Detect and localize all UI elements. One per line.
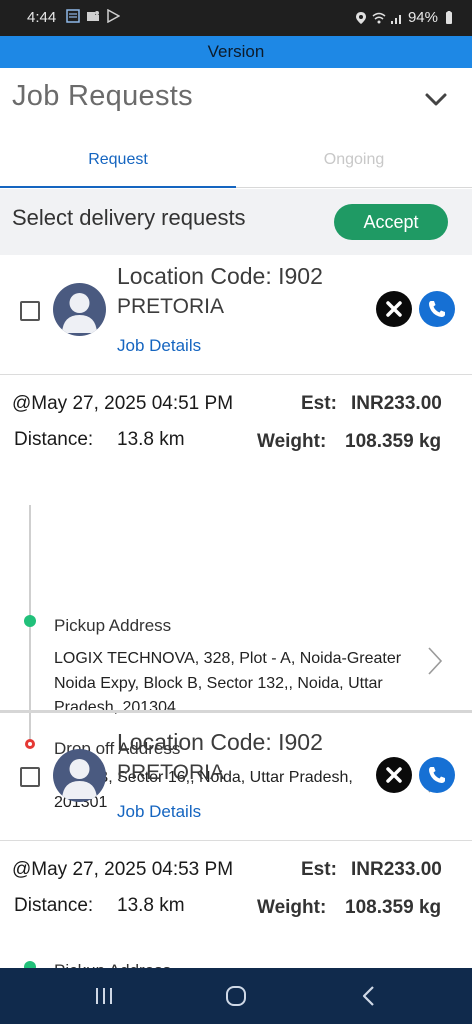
avatar	[53, 749, 106, 802]
distance-value: 13.8 km	[117, 429, 185, 450]
location-name: PRETORIA	[117, 761, 224, 784]
job-card-body: @May 27, 2025 04:51 PM Est: INR233.00 Di…	[0, 375, 472, 811]
phone-icon	[429, 767, 445, 783]
app-screen: 4:44 94% Version Job Requests Request On…	[0, 0, 472, 1024]
job-card-body: @May 27, 2025 04:53 PM Est: INR233.00 Di…	[0, 841, 472, 980]
call-button[interactable]	[419, 291, 455, 327]
teams-icon	[87, 11, 99, 21]
tab-bar: Request Ongoing	[0, 136, 472, 188]
location-icon	[355, 11, 366, 24]
est-value: INR233.00	[351, 859, 442, 880]
location-name: PRETORIA	[117, 295, 224, 318]
job-card-header: Location Code: I902 PRETORIA Job Details	[0, 721, 472, 841]
distance-value: 13.8 km	[117, 895, 185, 916]
location-code: Location Code: I902	[117, 263, 323, 289]
job-checkbox[interactable]	[20, 301, 40, 321]
system-nav-bar	[0, 968, 472, 1024]
weight-value: 108.359 kg	[345, 897, 442, 918]
location-code: Location Code: I902	[117, 729, 323, 755]
recent-apps-icon[interactable]	[92, 984, 116, 1008]
card-separator	[0, 710, 472, 713]
job-card: Location Code: I902 PRETORIA Job Details…	[0, 721, 472, 980]
active-tab-indicator	[0, 186, 236, 188]
est-label: Est:	[301, 393, 337, 414]
page-header: Job Requests	[0, 68, 472, 136]
weight-label: Weight:	[257, 431, 327, 452]
job-checkbox[interactable]	[20, 767, 40, 787]
chevron-down-icon[interactable]	[422, 86, 450, 114]
chevron-right-icon[interactable]	[426, 646, 444, 676]
notification-icon	[66, 9, 80, 23]
job-card-header: Location Code: I902 PRETORIA Job Details	[0, 255, 472, 375]
distance-label: Distance:	[14, 429, 94, 450]
job-details-link[interactable]: Job Details	[117, 802, 201, 822]
tab-request[interactable]: Request	[0, 136, 236, 188]
avatar	[53, 283, 106, 336]
job-date: @May 27, 2025 04:51 PM	[12, 393, 234, 414]
weight-value: 108.359 kg	[345, 431, 442, 452]
job-card: Location Code: I902 PRETORIA Job Details…	[0, 255, 472, 811]
version-bar: Version	[0, 36, 472, 68]
home-icon[interactable]	[224, 984, 248, 1008]
battery-icon	[446, 10, 452, 24]
est-value: INR233.00	[351, 393, 442, 414]
accept-button[interactable]: Accept	[334, 204, 448, 240]
distance-label: Distance:	[14, 895, 94, 916]
pickup-dot-icon	[24, 615, 36, 627]
est-label: Est:	[301, 859, 337, 880]
select-requests-label: Select delivery requests	[12, 205, 246, 230]
close-icon	[386, 301, 402, 317]
tab-ongoing[interactable]: Ongoing	[236, 136, 472, 188]
person-icon	[62, 759, 97, 799]
person-icon	[62, 293, 97, 333]
back-icon[interactable]	[357, 984, 381, 1008]
close-icon	[386, 767, 402, 783]
reject-button[interactable]	[376, 757, 412, 793]
weight-label: Weight:	[257, 897, 327, 918]
status-bar: 4:44 94%	[0, 0, 472, 36]
play-icon	[107, 9, 120, 23]
battery-percent: 94%	[407, 9, 438, 26]
status-time: 4:44	[27, 9, 57, 26]
pickup-title: Pickup Address	[54, 616, 172, 635]
job-details-link[interactable]: Job Details	[117, 336, 201, 356]
call-button[interactable]	[419, 757, 455, 793]
select-bar: Select delivery requests Accept	[0, 189, 472, 255]
page-title: Job Requests	[12, 80, 193, 112]
wifi-icon	[372, 12, 386, 23]
reject-button[interactable]	[376, 291, 412, 327]
signal-icon	[390, 14, 401, 24]
phone-icon	[429, 301, 445, 317]
job-date: @May 27, 2025 04:53 PM	[12, 859, 234, 880]
